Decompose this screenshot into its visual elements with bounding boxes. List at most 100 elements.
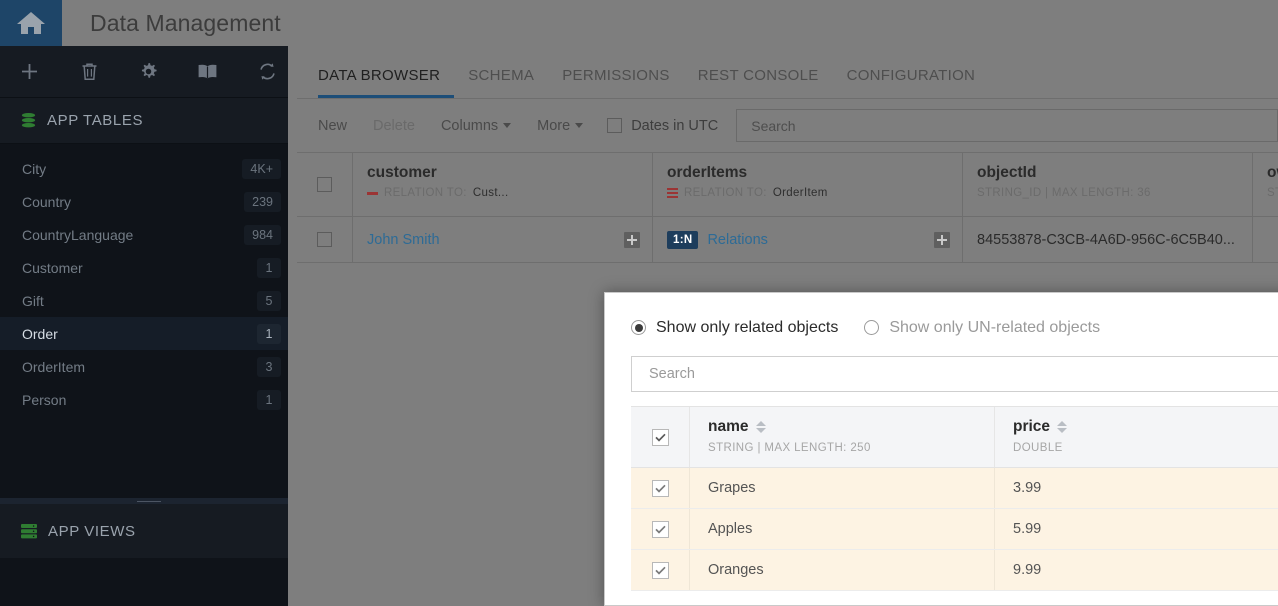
modal-cell-name[interactable]: Oranges [690, 550, 995, 590]
delete-icon[interactable] [59, 46, 118, 98]
modal-column-price[interactable]: price DOUBLE [995, 407, 1278, 467]
grid-column-ownerid[interactable]: ownerId STRING [1253, 153, 1278, 216]
relations-link[interactable]: Relations [707, 232, 767, 248]
app-tables-label: APP TABLES [47, 112, 144, 129]
sidebar-item-person[interactable]: Person 1 [0, 383, 297, 416]
modal-column-name[interactable]: name STRING | MAX LENGTH: 250 [690, 407, 995, 467]
relation-cardinality-badge: 1:N [667, 230, 699, 249]
modal-cell-name[interactable]: Grapes [690, 468, 995, 508]
dates-in-utc-toggle[interactable]: Dates in UTC [599, 118, 736, 134]
modal-cell-price[interactable]: 3.99 [995, 468, 1278, 508]
sidebar-item-gift[interactable]: Gift 5 [0, 284, 297, 317]
table-count: 3 [257, 356, 281, 377]
table-name: Customer [22, 259, 83, 276]
modal-cell-name[interactable]: Apples [690, 509, 995, 549]
app-views-label: APP VIEWS [48, 522, 136, 540]
sidebar-section-app-tables[interactable]: APP TABLES [0, 98, 297, 144]
modal-table-row[interactable]: Oranges 9.99 [631, 550, 1278, 591]
cell-orderitems[interactable]: 1:N Relations [653, 217, 963, 262]
sidebar-item-country[interactable]: Country 239 [0, 185, 297, 218]
table-name: CountryLanguage [22, 226, 134, 243]
settings-icon[interactable] [119, 46, 178, 98]
home-button[interactable] [0, 0, 62, 46]
sidebar-item-order[interactable]: Order 1 [0, 317, 297, 350]
radio-show-related[interactable]: Show only related objects [631, 319, 838, 337]
customer-link[interactable]: John Smith [367, 232, 440, 248]
grid-toolbar: New Delete Columns More Dates in UTC Sea… [297, 99, 1278, 153]
cell-ownerid[interactable] [1253, 217, 1278, 262]
select-all-checkbox[interactable] [317, 177, 332, 192]
modal-cell-price[interactable]: 9.99 [995, 550, 1278, 590]
modal-header-row: name STRING | MAX LENGTH: 250 price DOUB… [631, 406, 1278, 468]
sort-icon[interactable] [755, 421, 766, 433]
sort-icon[interactable] [1057, 421, 1068, 433]
expand-customer-button[interactable] [624, 231, 640, 248]
grid-column-orderitems[interactable]: orderItems RELATION TO: OrderItem [653, 153, 963, 216]
more-label: More [537, 117, 571, 134]
modal-table-row[interactable]: Grapes 3.99 [631, 468, 1278, 509]
table-list: City 4K+ Country 239 CountryLanguage 984… [0, 144, 297, 416]
modal-name-value: Oranges [708, 562, 764, 578]
modal-body: Show only related objects Show only UN-r… [605, 293, 1278, 605]
home-icon [17, 12, 45, 34]
delete-button[interactable]: Delete [363, 118, 431, 134]
columns-label: Columns [440, 117, 499, 134]
sidebar-item-city[interactable]: City 4K+ [0, 152, 297, 185]
more-button[interactable]: More [527, 118, 599, 134]
row-select-cell[interactable] [297, 217, 353, 262]
sidebar-item-customer[interactable]: Customer 1 [0, 251, 297, 284]
modal-row-select-cell[interactable] [631, 550, 690, 590]
columns-button[interactable]: Columns [431, 118, 527, 134]
column-name: customer [367, 164, 437, 181]
select-all-cell[interactable] [297, 153, 353, 216]
tab-schema[interactable]: SCHEMA [454, 67, 548, 98]
modal-select-all-checkbox[interactable] [651, 428, 669, 446]
modal-table-row[interactable]: Apples 5.99 [631, 509, 1278, 550]
radio-unrelated-icon[interactable] [864, 320, 880, 335]
sidebar-section-app-views[interactable]: APP VIEWS [0, 504, 297, 558]
modal-row-select-cell[interactable] [631, 509, 690, 549]
table-count: 984 [244, 224, 281, 245]
modal-name-value: Apples [708, 521, 753, 537]
expand-orderitems-button[interactable] [934, 231, 950, 248]
radio-show-unrelated[interactable]: Show only UN-related objects [864, 319, 1100, 337]
modal-cell-price[interactable]: 5.99 [995, 509, 1278, 549]
modal-row-checkbox[interactable] [651, 479, 669, 497]
tab-permissions[interactable]: PERMISSIONS [548, 67, 684, 98]
modal-row-select-cell[interactable] [631, 468, 690, 508]
docs-icon[interactable] [178, 46, 237, 98]
table-row[interactable]: John Smith 1:N Relations 84553878-C3CB-4… [297, 217, 1278, 263]
relation-many-icon [667, 187, 678, 199]
modal-row-checkbox[interactable] [651, 520, 669, 538]
column-name: ownerId [1267, 164, 1278, 181]
modal-search-input[interactable]: Search [631, 356, 1278, 392]
row-checkbox[interactable] [317, 232, 332, 247]
tab-data-browser[interactable]: DATA BROWSER [318, 67, 455, 98]
cell-customer[interactable]: John Smith [353, 217, 653, 262]
views-icon [21, 524, 37, 539]
grid-column-customer[interactable]: customer RELATION TO: Cust... [353, 153, 653, 216]
modal-price-value: 3.99 [1013, 480, 1042, 496]
search-input[interactable]: Search [736, 109, 1278, 142]
filter-radio-group: Show only related objects Show only UN-r… [631, 307, 1278, 348]
dates-utc-checkbox[interactable] [607, 118, 623, 133]
sidebar-toolbar [0, 46, 297, 98]
grid-column-objectid[interactable]: objectId STRING_ID | MAX LENGTH: 36 [963, 153, 1253, 216]
tab-configuration[interactable]: CONFIGURATION [833, 67, 990, 98]
add-icon[interactable] [0, 46, 59, 98]
table-count: 1 [257, 257, 281, 278]
modal-row-checkbox[interactable] [651, 561, 669, 579]
new-button[interactable]: New [318, 118, 363, 134]
sidebar-item-countrylanguage[interactable]: CountryLanguage 984 [0, 218, 297, 251]
sidebar-scrollbar[interactable] [288, 46, 297, 606]
relation-one-icon [367, 191, 378, 195]
cell-objectid[interactable]: 84553878-C3CB-4A6D-956C-6C5B40... [963, 217, 1253, 262]
tab-rest-console[interactable]: REST CONSOLE [684, 67, 833, 98]
radio-related-icon[interactable] [631, 320, 646, 335]
modal-column-name-wrap: name [708, 418, 994, 436]
table-count: 239 [244, 191, 281, 212]
sidebar-item-orderitem[interactable]: OrderItem 3 [0, 350, 297, 383]
modal-select-all-cell[interactable] [631, 407, 690, 467]
chevron-down-icon [575, 123, 584, 129]
relation-prefix: RELATION TO: [684, 187, 767, 199]
